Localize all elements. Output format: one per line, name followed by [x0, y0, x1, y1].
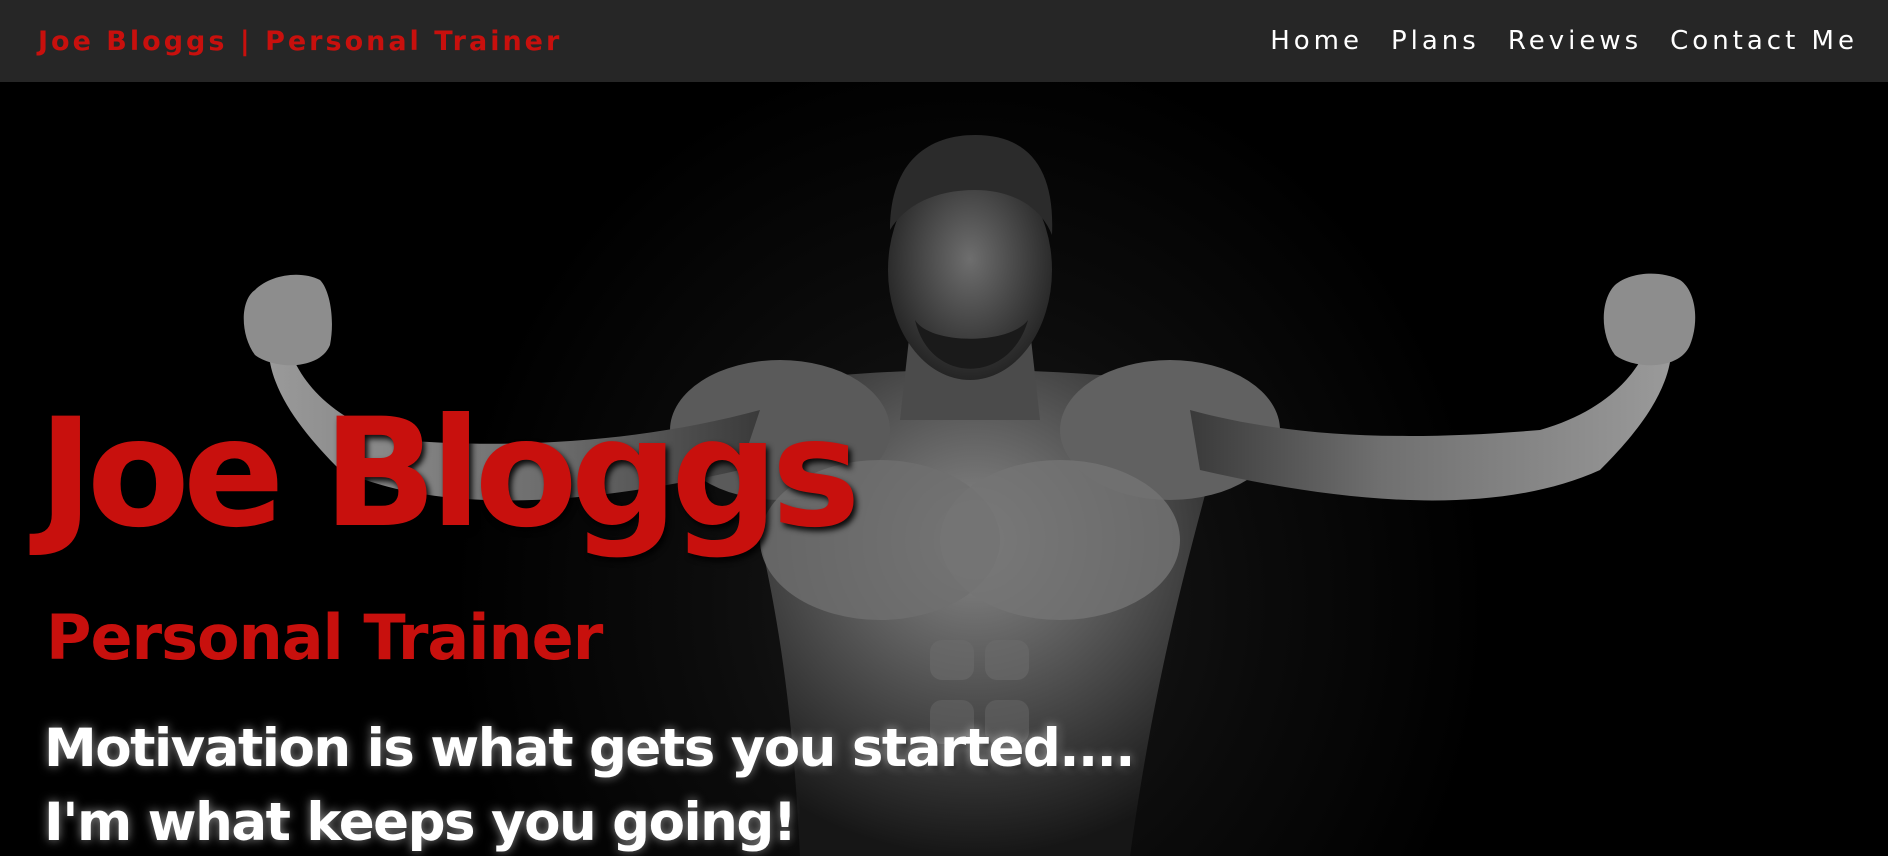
hero-subtitle: Personal Trainer	[46, 601, 603, 674]
main-nav: Home Plans Reviews Contact Me	[1270, 26, 1858, 56]
nav-link-contact[interactable]: Contact Me	[1670, 26, 1858, 56]
hero-text-overlay: Joe Bloggs Personal Trainer Motivation i…	[0, 82, 1888, 856]
brand-link[interactable]: Joe Bloggs | Personal Trainer	[38, 26, 562, 57]
nav-link-home[interactable]: Home	[1270, 26, 1363, 56]
hero-quote-line-2: I'm what keeps you going!	[44, 792, 797, 853]
hero-title: Joe Bloggs	[38, 387, 861, 561]
navbar: Joe Bloggs | Personal Trainer Home Plans…	[0, 0, 1888, 82]
hero-quote-line-1: Motivation is what gets you started....	[44, 718, 1135, 779]
hero-quote: Motivation is what gets you started.... …	[44, 712, 1135, 856]
nav-link-reviews[interactable]: Reviews	[1508, 26, 1642, 56]
hero-section: Joe Bloggs Personal Trainer Motivation i…	[0, 82, 1888, 856]
nav-link-plans[interactable]: Plans	[1391, 26, 1480, 56]
